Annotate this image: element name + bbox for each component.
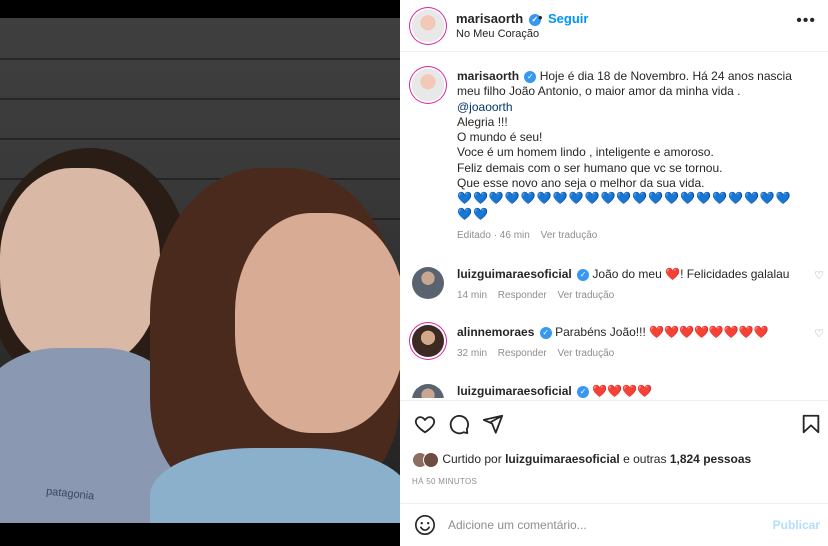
- comment-heart-emoji: ❤️❤️❤️❤️: [592, 384, 653, 398]
- like-comment-heart-icon[interactable]: ♡: [814, 269, 824, 282]
- post-location[interactable]: No Meu Coração: [456, 28, 539, 40]
- comment-text-end: ! Felicidades galalau: [680, 267, 790, 281]
- heart-icon[interactable]: [414, 413, 436, 435]
- bookmark-icon[interactable]: [800, 413, 822, 435]
- comments-list[interactable]: marisaorth ✓ Hoje é dia 18 de Novembro. …: [400, 53, 828, 398]
- caption-text-line3: O mundo é seu!: [457, 130, 543, 145]
- commenter-avatar[interactable]: [412, 267, 444, 299]
- comment-icon[interactable]: [448, 413, 470, 435]
- liked-by-user[interactable]: luizguimaraesoficial: [505, 452, 620, 466]
- reply-link[interactable]: Responder: [498, 290, 547, 301]
- person-left-face: [0, 168, 160, 368]
- commenter-avatar[interactable]: [412, 325, 444, 357]
- translate-link[interactable]: Ver tradução: [558, 290, 615, 301]
- post-side-panel: marisaorth ✓ • Seguir No Meu Coração •••…: [400, 0, 828, 546]
- commenter-avatar[interactable]: [412, 384, 444, 398]
- comment-input[interactable]: [448, 512, 748, 538]
- person-right-face: [235, 213, 400, 433]
- verified-badge-icon: ✓: [577, 385, 590, 398]
- comment-time: 14 min: [457, 290, 488, 302]
- caption-text-line4: Voce é um homem lindo , inteligente e am…: [457, 145, 714, 160]
- caption-blue-hearts: 💙💙💙💙💙💙💙💙💙💙💙💙💙💙💙💙💙💙💙💙💙💙💙: [457, 191, 792, 221]
- post-timestamp[interactable]: HÁ 50 MINUTOS: [412, 477, 477, 486]
- person-right-jacket: [150, 448, 400, 523]
- likes-suffix[interactable]: pessoas: [703, 452, 751, 466]
- comment-username[interactable]: luizguimaraesoficial: [457, 384, 572, 398]
- reply-link[interactable]: Responder: [498, 348, 547, 359]
- caption-translate-link[interactable]: Ver tradução: [541, 230, 598, 241]
- comment-username[interactable]: alinnemoraes: [457, 325, 534, 339]
- liked-by-middle: e outras: [623, 452, 667, 467]
- liker-avatar: [423, 452, 439, 468]
- translate-link[interactable]: Ver tradução: [558, 348, 615, 359]
- verified-badge-icon: ✓: [524, 70, 537, 83]
- emoji-icon[interactable]: [414, 514, 436, 536]
- publish-button[interactable]: Publicar: [773, 518, 820, 532]
- post-actions: Curtido por luizguimaraesoficial e outra…: [400, 400, 828, 500]
- comment-heart-emoji: ❤️❤️❤️❤️❤️❤️❤️❤️: [649, 325, 769, 339]
- author-username-row[interactable]: marisaorth ✓: [456, 11, 541, 26]
- comment-text: Parabéns João!!!: [555, 325, 650, 339]
- post-header: marisaorth ✓ • Seguir No Meu Coração •••: [400, 0, 828, 52]
- like-comment-heart-icon[interactable]: ♡: [814, 327, 824, 340]
- add-comment-bar: Publicar: [400, 503, 828, 546]
- caption-avatar[interactable]: [412, 69, 444, 101]
- caption-edited-time: Editado · 46 min: [457, 229, 530, 241]
- author-avatar[interactable]: [412, 10, 444, 42]
- verified-badge-icon: ✓: [539, 326, 552, 339]
- separator-dot: •: [538, 10, 543, 25]
- comment-text: João do meu: [592, 267, 666, 281]
- caption-meta: Editado · 46 min Ver tradução: [457, 228, 807, 243]
- comment-username[interactable]: luizguimaraesoficial: [457, 267, 572, 281]
- caption-text-line5: Feliz demais com o ser humano que vc se …: [457, 160, 723, 175]
- comment-meta: 32 min Responder Ver tradução: [457, 346, 807, 361]
- more-options-icon[interactable]: •••: [796, 12, 816, 30]
- likes-summary[interactable]: Curtido por luizguimaraesoficial e outra…: [412, 452, 751, 468]
- comment-meta: 14 min Responder Ver tradução: [457, 288, 807, 303]
- likes-count[interactable]: 1,824: [670, 452, 700, 466]
- follow-button[interactable]: Seguir: [548, 11, 588, 26]
- caption-username[interactable]: marisaorth: [457, 69, 519, 83]
- liked-by-prefix: Curtido por: [442, 452, 502, 467]
- verified-badge-icon: ✓: [577, 268, 590, 281]
- caption-text-line6: Que esse novo ano seja o melhor da sua v…: [457, 176, 705, 191]
- share-icon[interactable]: [482, 413, 504, 435]
- comment-heart-emoji: ❤️: [665, 267, 681, 281]
- post-photo[interactable]: patagonia: [0, 0, 400, 546]
- caption-mention[interactable]: @joaoorth: [457, 100, 513, 114]
- caption-text-line2: Alegria !!!: [457, 114, 508, 129]
- author-username[interactable]: marisaorth: [456, 11, 523, 26]
- comment-time: 32 min: [457, 348, 488, 360]
- post-image: patagonia: [0, 18, 400, 523]
